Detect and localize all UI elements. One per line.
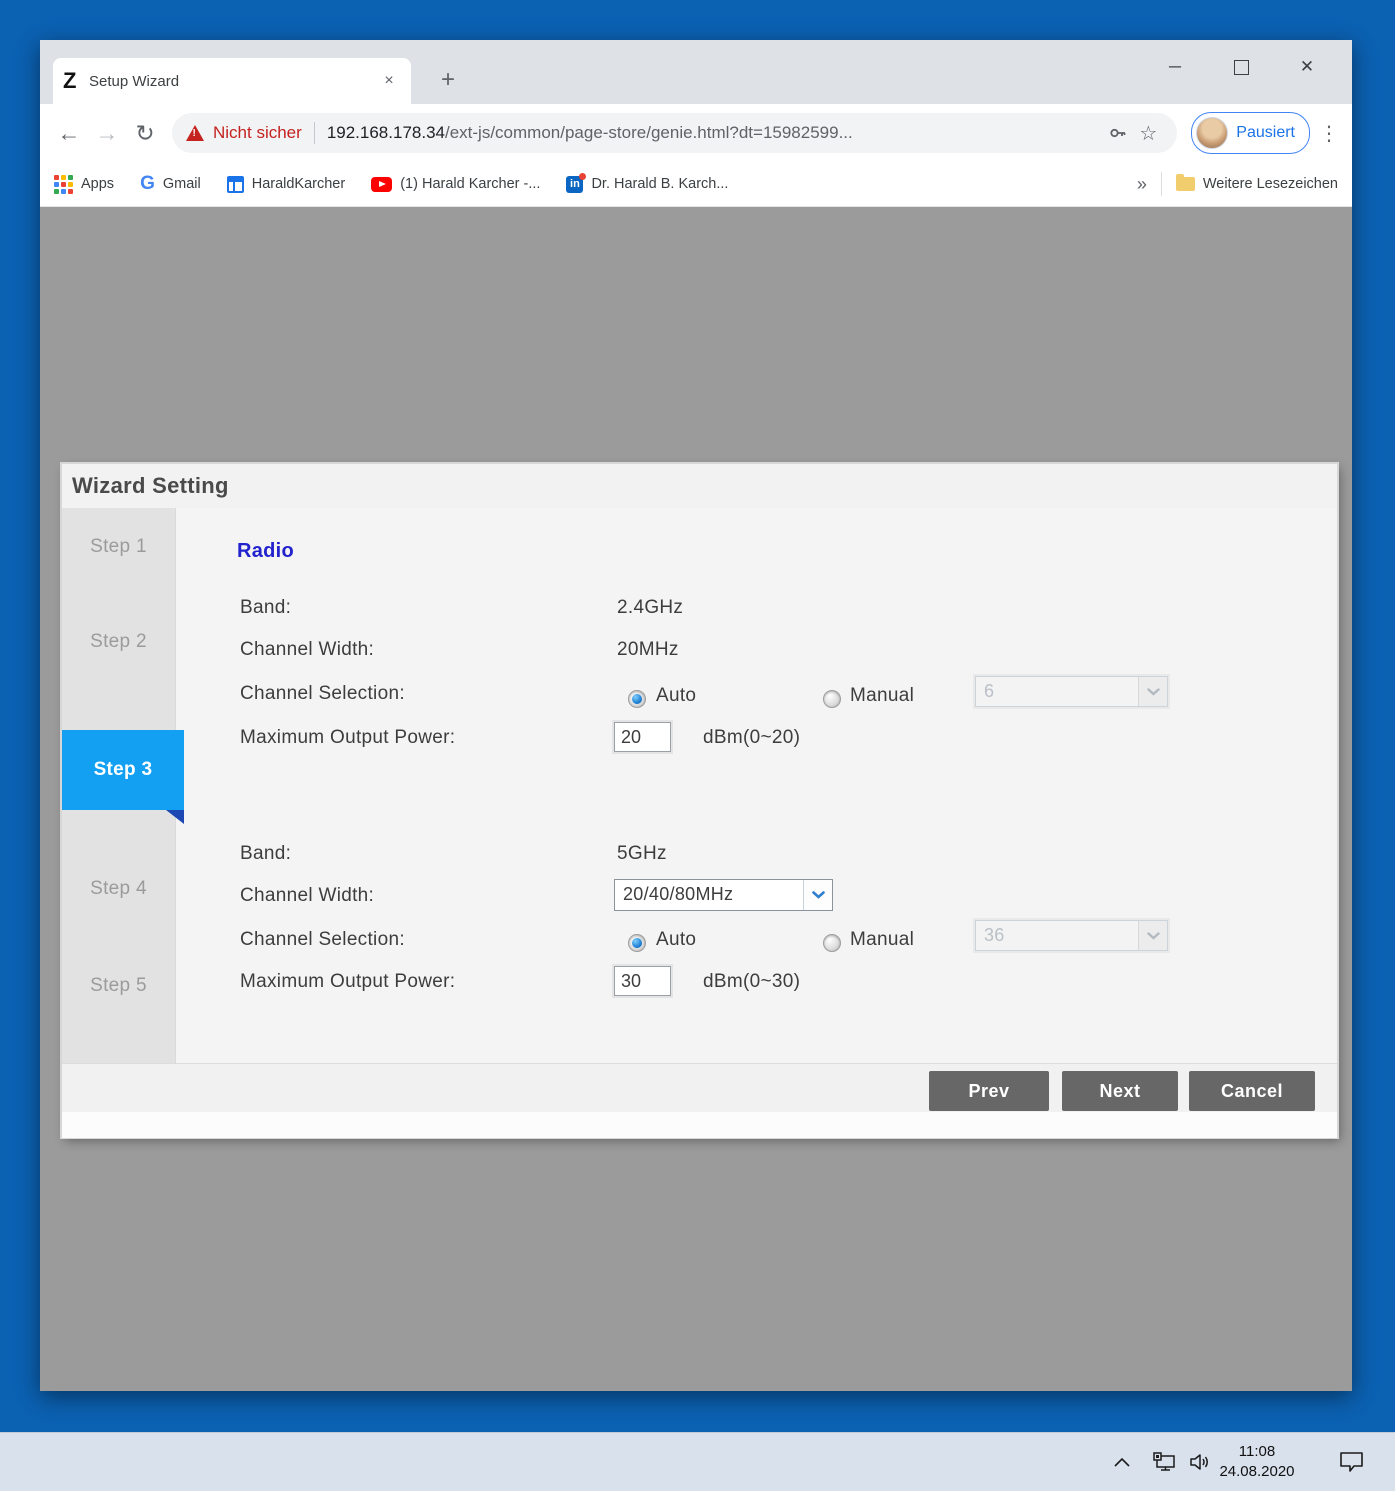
channel-auto-radio-5[interactable] — [628, 934, 646, 952]
bookmark-youtube[interactable]: (1) Harald Karcher -... — [371, 176, 540, 192]
channel-selection-label-5: Channel Selection: — [240, 929, 405, 950]
tab-title: Setup Wizard — [89, 72, 180, 90]
network-icon[interactable] — [1147, 1433, 1181, 1491]
wizard-footer: Prev Next Cancel — [62, 1063, 1337, 1138]
bookmark-gmail[interactable]: G Gmail — [140, 173, 201, 195]
max-power-label-24: Maximum Output Power: — [240, 727, 456, 748]
wizard-header: Wizard Setting — [62, 464, 1337, 508]
step-2-tab[interactable]: Step 2 — [62, 631, 175, 653]
channel-manual-label-5: Manual — [850, 929, 915, 950]
apps-grid-icon — [54, 174, 73, 194]
cancel-button[interactable]: Cancel — [1189, 1071, 1315, 1111]
profile-label: Pausiert — [1236, 124, 1295, 141]
chevron-down-icon — [803, 880, 832, 910]
minimize-button[interactable]: ─ — [1142, 46, 1208, 88]
not-secure-warning-icon — [186, 125, 204, 141]
browser-menu-button[interactable]: ⋮ — [1316, 121, 1342, 146]
max-power-label-5: Maximum Output Power: — [240, 971, 456, 992]
url-path: /ext-js/common/page-store/genie.html?dt=… — [444, 123, 853, 142]
tab-close-icon[interactable]: × — [377, 69, 401, 93]
taskbar-clock[interactable]: 11:08 24.08.2020 — [1197, 1433, 1317, 1491]
bookmarks-separator — [1160, 172, 1162, 196]
new-tab-button[interactable]: + — [433, 66, 463, 96]
wizard-body: Step 1 Step 2 Step 4 Step 5 Step 3 Radio… — [62, 508, 1337, 1063]
reload-button[interactable]: ↻ — [126, 114, 164, 152]
section-title-radio: Radio — [237, 540, 295, 562]
hidden-icons-chevron-up-icon[interactable] — [1107, 1433, 1137, 1491]
step-4-tab[interactable]: Step 4 — [62, 878, 175, 900]
bookmarks-bar: Apps G Gmail HaraldKarcher (1) Harald Ka… — [40, 162, 1352, 207]
channel-manual-label-24: Manual — [850, 685, 915, 706]
browser-toolbar: ← → ↻ Nicht sicher 192.168.178.34/ext-js… — [40, 104, 1352, 162]
step-3-fold-decoration — [166, 810, 184, 824]
desktop: { "taskbar": { "time": "11:08", "date": … — [0, 0, 1395, 1491]
step-3-tab-active[interactable]: Step 3 — [62, 730, 184, 810]
gmail-g-icon: G — [140, 173, 155, 194]
channel-width-value-24: 20MHz — [617, 639, 679, 660]
bookmark-apps[interactable]: Apps — [54, 174, 114, 194]
channel-width-select-5[interactable]: 20/40/80MHz — [614, 879, 833, 911]
chevron-down-icon — [1138, 921, 1167, 950]
channel-manual-radio-5[interactable] — [823, 934, 841, 952]
channel-select-24[interactable]: 6 — [975, 676, 1168, 707]
band-value-5: 5GHz — [617, 843, 667, 864]
bookmarks-overflow-button[interactable]: » — [1137, 174, 1147, 195]
channel-auto-label-5: Auto — [656, 929, 697, 950]
band-label-24: Band: — [240, 597, 292, 618]
bookmark-star-icon[interactable]: ☆ — [1133, 118, 1163, 148]
channel-select-5[interactable]: 36 — [975, 920, 1168, 951]
bookmark-linkedin[interactable]: in Dr. Harald B. Karch... — [566, 172, 728, 193]
max-power-range-24: dBm(0~20) — [703, 727, 801, 748]
browser-window: Z Setup Wizard × + ─ ✕ ← → ↻ Nicht siche… — [40, 40, 1352, 1391]
channel-auto-radio-24[interactable] — [628, 690, 646, 708]
max-power-input-24[interactable] — [614, 722, 671, 752]
wizard-setting-panel: Wizard Setting Step 1 Step 2 Step 4 Step… — [62, 464, 1337, 1138]
other-bookmarks-button[interactable]: Weitere Lesezeichen — [1175, 174, 1338, 192]
band-value-24: 2.4GHz — [617, 597, 684, 618]
folder-icon — [1175, 174, 1195, 191]
forward-button[interactable]: → — [88, 114, 126, 152]
chevron-down-icon — [1138, 677, 1167, 706]
max-power-input-5[interactable] — [614, 966, 671, 996]
page-viewport: Wizard Setting Step 1 Step 2 Step 4 Step… — [40, 207, 1352, 1391]
channel-auto-label-24: Auto — [656, 685, 697, 706]
maximize-icon — [1233, 59, 1249, 75]
next-button[interactable]: Next — [1062, 1071, 1178, 1111]
window-controls: ─ ✕ — [1142, 46, 1340, 88]
tab-setup-wizard[interactable]: Z Setup Wizard × — [53, 58, 411, 104]
prev-button[interactable]: Prev — [929, 1071, 1049, 1111]
linkedin-icon: in — [566, 172, 587, 193]
step-1-tab[interactable]: Step 1 — [62, 536, 175, 558]
url-domain: 192.168.178.34 — [326, 123, 445, 142]
bookmark-haraldkarcher[interactable]: HaraldKarcher — [226, 175, 345, 193]
youtube-icon — [371, 176, 393, 192]
windows-taskbar: 11:08 24.08.2020 — [0, 1432, 1395, 1491]
channel-selection-label-24: Channel Selection: — [240, 683, 405, 704]
step-5-tab[interactable]: Step 5 — [62, 975, 175, 997]
address-bar[interactable]: Nicht sicher 192.168.178.34/ext-js/commo… — [172, 113, 1178, 153]
maximize-button[interactable] — [1208, 46, 1274, 88]
taskbar-time: 11:08 — [1238, 1443, 1276, 1460]
security-label: Nicht sicher — [213, 123, 302, 142]
action-center-icon[interactable] — [1331, 1433, 1371, 1491]
profile-button[interactable]: Pausiert — [1191, 112, 1310, 154]
zyxel-favicon-icon: Z — [63, 68, 77, 93]
close-window-button[interactable]: ✕ — [1274, 46, 1340, 88]
taskbar-date: 24.08.2020 — [1219, 1463, 1295, 1480]
channel-manual-radio-24[interactable] — [823, 690, 841, 708]
url-separator — [313, 122, 315, 144]
max-power-range-5: dBm(0~30) — [703, 971, 801, 992]
wizard-title: Wizard Setting — [72, 473, 229, 498]
channel-width-label-24: Channel Width: — [240, 639, 375, 660]
url-text: 192.168.178.34/ext-js/common/page-store/… — [327, 123, 1103, 143]
website-layout-icon — [226, 175, 244, 193]
avatar — [1196, 117, 1229, 149]
tab-strip: Z Setup Wizard × + ─ ✕ — [40, 40, 1352, 104]
back-button[interactable]: ← — [50, 114, 88, 152]
password-key-icon[interactable] — [1103, 118, 1133, 148]
band-label-5: Band: — [240, 843, 292, 864]
channel-width-label-5: Channel Width: — [240, 885, 375, 906]
